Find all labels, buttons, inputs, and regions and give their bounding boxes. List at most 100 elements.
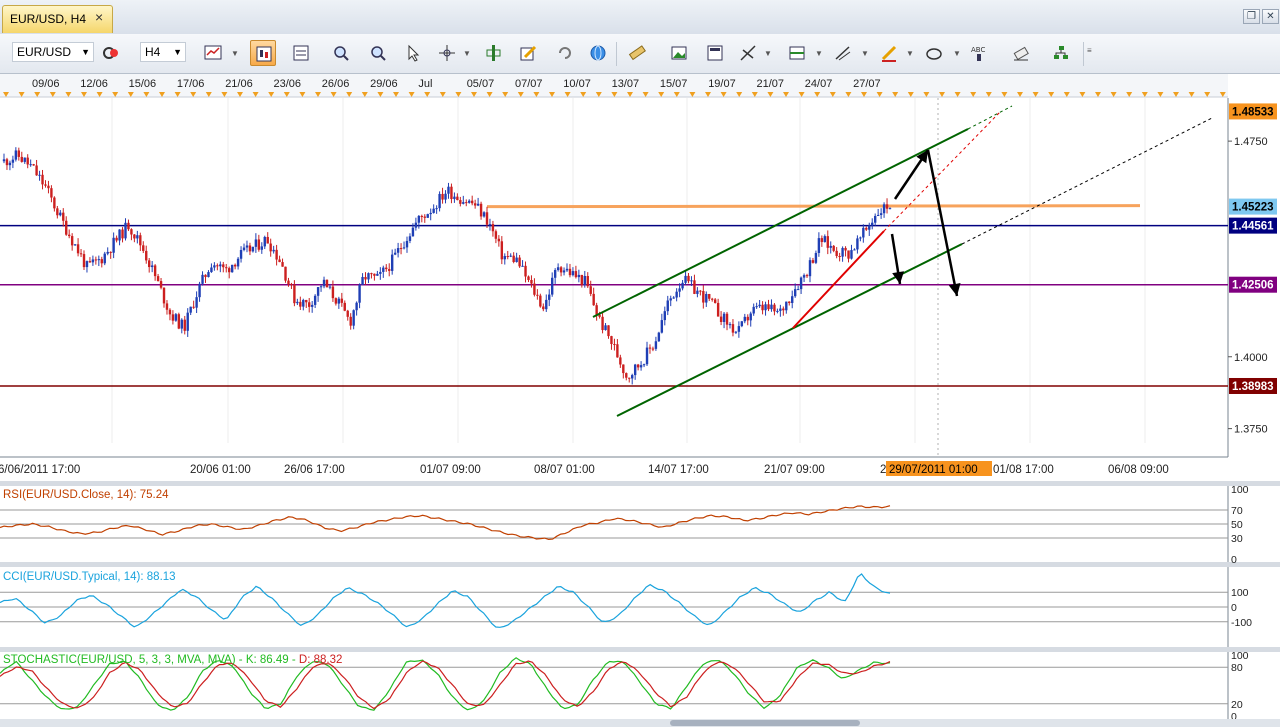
candle-body	[722, 313, 726, 322]
trendline-button[interactable]	[830, 40, 856, 66]
line-color-button[interactable]	[876, 40, 902, 66]
cursor-time-text: 29/07/2011 01:00	[889, 464, 978, 476]
chevron-down-icon[interactable]: ▼	[764, 49, 772, 58]
stochastic-panel[interactable]: 10080200STOCHASTIC(EUR/USD, 5, 3, 3, MVA…	[0, 650, 1249, 723]
chart-tab[interactable]: EUR/USD, H4 ×	[2, 5, 113, 33]
candle-body	[328, 286, 332, 288]
candle-body	[500, 241, 504, 260]
candle-body	[305, 299, 308, 303]
refresh-icon	[559, 47, 571, 59]
eraser-button[interactable]	[1008, 40, 1034, 66]
candle-body	[574, 271, 578, 278]
close-window-icon[interactable]: ✕	[1262, 9, 1279, 24]
candle-body	[871, 222, 874, 226]
properties-button[interactable]	[515, 40, 541, 66]
candle-body	[76, 244, 80, 254]
crosshair-tool-button[interactable]	[434, 40, 460, 66]
toolbar-overflow-icon[interactable]: ≡	[1087, 46, 1092, 55]
picture-button[interactable]	[666, 40, 692, 66]
candle-body	[142, 245, 145, 251]
price-tag-label: 1.38983	[1232, 381, 1274, 393]
candle-body	[14, 150, 18, 160]
chart-area[interactable]: 09/06 12/06 15/06 17/06 21/06 23/06 26/06 29/06…	[0, 74, 1280, 727]
candle-body	[266, 236, 269, 244]
candle-body	[601, 316, 604, 331]
indicators-button[interactable]	[735, 40, 761, 66]
candle-body	[168, 309, 172, 315]
zoom-in-button[interactable]	[328, 40, 354, 66]
chevron-down-icon: ▼	[81, 47, 90, 57]
candle-body	[56, 208, 59, 216]
candle-body	[358, 284, 361, 303]
timeframe-select[interactable]: H4 ▼	[140, 42, 186, 62]
rsi-title: RSI(EUR/USD.Close, 14): 75.24	[3, 489, 169, 501]
chart-type-button[interactable]	[200, 40, 226, 66]
chevron-down-icon[interactable]: ▼	[953, 49, 961, 58]
candle-body	[770, 304, 773, 310]
candle-body	[79, 253, 83, 255]
candle-body	[236, 258, 240, 267]
candle-body	[648, 347, 652, 349]
candle-body	[835, 250, 838, 256]
candle-body	[94, 259, 98, 261]
candle-body	[491, 224, 495, 232]
chevron-down-icon[interactable]: ▼	[463, 49, 471, 58]
candle-body	[749, 313, 752, 321]
scrollbar-thumb[interactable]	[670, 720, 860, 726]
chevron-down-icon[interactable]: ▼	[861, 49, 869, 58]
candle-body	[82, 254, 86, 268]
period-separator-button[interactable]	[480, 40, 506, 66]
candle-body	[174, 314, 178, 321]
candle-body	[429, 212, 432, 215]
candle-body	[242, 247, 246, 250]
candle-body	[527, 276, 530, 280]
svg-text:ABC: ABC	[971, 46, 985, 54]
candle-body	[847, 250, 850, 259]
web-button[interactable]	[585, 40, 611, 66]
text-tool-button[interactable]: ABC	[966, 40, 992, 66]
pointer-tool-button[interactable]	[400, 40, 426, 66]
candle-body	[275, 249, 278, 260]
restore-window-icon[interactable]: ❐	[1243, 9, 1260, 24]
candle-body	[426, 214, 429, 218]
compare-symbol-button[interactable]	[98, 40, 124, 66]
candle-body	[856, 238, 859, 250]
cci-panel[interactable]: 100 0 -100 CCI(EUR/USD.Typical, 14): 88.13	[0, 567, 1252, 647]
candles-button[interactable]	[250, 40, 276, 66]
candle-body	[367, 273, 370, 280]
data-window-button[interactable]	[288, 40, 314, 66]
zoom-out-button[interactable]	[365, 40, 391, 66]
tab-close-icon[interactable]: ×	[95, 10, 103, 24]
candle-body	[204, 274, 207, 278]
top-date-label: 26/06	[322, 78, 350, 90]
chevron-down-icon[interactable]: ▼	[815, 49, 823, 58]
chevron-down-icon[interactable]: ▼	[231, 49, 239, 58]
candle-body	[684, 275, 687, 283]
candle-body	[319, 286, 323, 288]
chevron-down-icon[interactable]: ▼	[906, 49, 914, 58]
candle-body	[577, 274, 581, 278]
objects-list-button[interactable]	[1048, 40, 1074, 66]
horizontal-scrollbar[interactable]	[0, 719, 1280, 727]
panel-divider[interactable]	[0, 562, 1280, 567]
candle-body	[44, 184, 47, 186]
candle-body	[776, 310, 779, 312]
panel-divider[interactable]	[0, 481, 1280, 486]
auto-scroll-button[interactable]	[552, 40, 578, 66]
ellipse-tool-button[interactable]	[921, 40, 947, 66]
ruler-tool-button[interactable]	[624, 40, 650, 66]
templates-button[interactable]	[702, 40, 728, 66]
candle-body	[399, 248, 403, 250]
candle-body	[651, 348, 655, 350]
top-date-label: 07/07	[515, 78, 543, 90]
horizontal-line-button[interactable]	[784, 40, 810, 66]
candle-body	[882, 204, 886, 214]
rsi-panel[interactable]: 100 70 50 30 0 RSI(EUR/USD.Close, 14): 75.24	[0, 484, 1249, 566]
top-date-label: 19/07	[708, 78, 736, 90]
panel-divider[interactable]	[0, 647, 1280, 652]
candle-body	[453, 196, 456, 200]
candle-body	[820, 238, 824, 243]
symbol-select[interactable]: EUR/USD ▼	[12, 42, 94, 62]
candle-body	[885, 204, 889, 209]
candle-body	[213, 265, 216, 268]
